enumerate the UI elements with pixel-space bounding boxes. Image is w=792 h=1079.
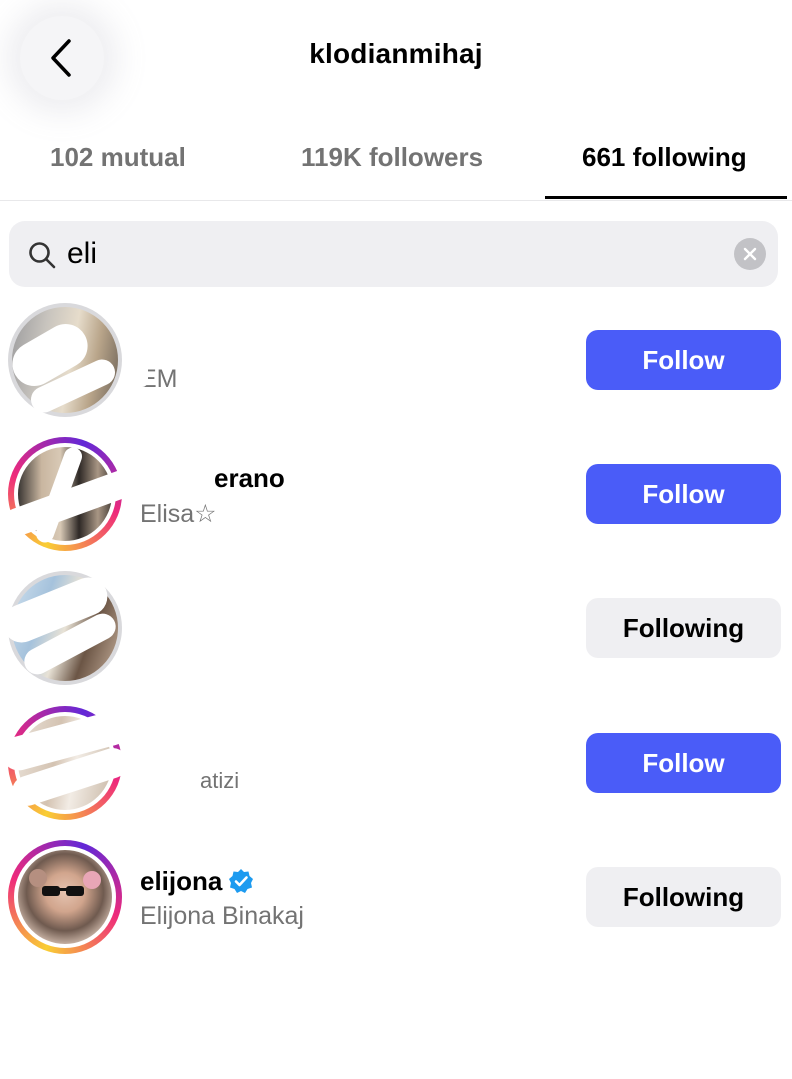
clear-search-button[interactable] (734, 238, 766, 270)
list-item[interactable]: elijona Elijona Binakaj Following (0, 840, 792, 960)
tab-bar: 102 mutual 119K followers 661 following (0, 120, 792, 201)
tab-following[interactable]: 661 following (582, 142, 747, 173)
following-button[interactable]: Following (586, 867, 781, 927)
full-name: Elisa☆ (140, 500, 217, 528)
follow-button[interactable]: Follow (586, 330, 781, 390)
header: klodianmihaj (0, 0, 792, 120)
follow-button[interactable]: Follow (586, 464, 781, 524)
following-list-screen: klodianmihaj 102 mutual 119K followers 6… (0, 0, 792, 1079)
username: erano (214, 463, 285, 493)
follow-button[interactable]: Follow (586, 733, 781, 793)
following-button[interactable]: Following (586, 598, 781, 658)
tab-followers[interactable]: 119K followers (301, 142, 483, 173)
tab-mutual[interactable]: 102 mutual (50, 142, 186, 173)
avatar[interactable] (8, 840, 122, 954)
full-name: atizi (200, 768, 240, 793)
list-item[interactable]: Following (0, 571, 792, 691)
username: elijona (140, 866, 223, 896)
username-row: elijona (140, 866, 254, 897)
sunglasses-icon (29, 869, 101, 896)
search-icon (29, 242, 56, 269)
full-name: Elijona Binakaj (140, 902, 304, 930)
page-title: klodianmihaj (309, 38, 483, 69)
verified-badge-icon (229, 869, 254, 893)
active-tab-indicator (545, 196, 787, 199)
close-icon (743, 247, 757, 261)
list-item[interactable]: erano Elisa☆ Follow (0, 437, 792, 557)
list-item[interactable]: EM Follow (0, 303, 792, 423)
search-input[interactable] (67, 233, 707, 275)
list-item[interactable]: atizi Follow (0, 706, 792, 826)
redaction-mark (130, 357, 148, 387)
search-bar (9, 221, 778, 287)
